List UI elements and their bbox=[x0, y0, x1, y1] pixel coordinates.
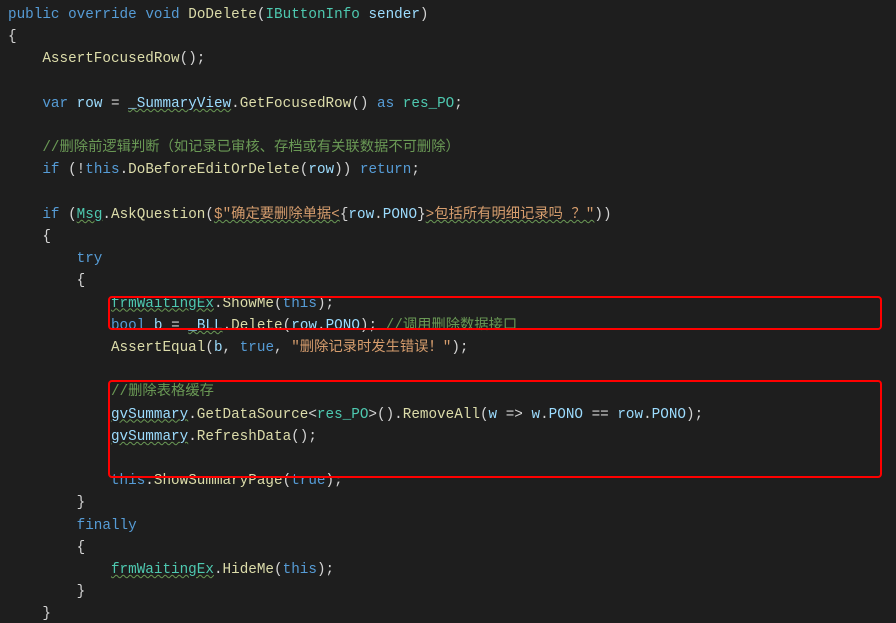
string: "删除记录时发生错误！" bbox=[291, 340, 451, 356]
class: frmWaitingEx bbox=[111, 562, 214, 578]
class: Msg bbox=[77, 207, 103, 223]
method-call: AssertEqual bbox=[111, 340, 205, 356]
arg: row bbox=[308, 162, 334, 178]
comment: //调用删除数据接口 bbox=[386, 318, 518, 334]
brace: { bbox=[77, 273, 86, 289]
prop: PONO bbox=[383, 207, 417, 223]
arg: b bbox=[214, 340, 223, 356]
type: res_PO bbox=[317, 407, 368, 423]
kw-as: as bbox=[377, 96, 394, 112]
string: >包括所有明细记录吗 ？" bbox=[426, 207, 595, 223]
method-call: RefreshData bbox=[197, 429, 291, 445]
kw-try: try bbox=[77, 251, 103, 267]
comment: //删除表格缓存 bbox=[111, 384, 214, 400]
kw-true: true bbox=[291, 473, 325, 489]
kw-public: public bbox=[8, 7, 59, 23]
method-call: ShowMe bbox=[223, 296, 274, 312]
kw-this: this bbox=[283, 296, 317, 312]
interp-var: row bbox=[348, 207, 374, 223]
lambda-param: w bbox=[489, 407, 498, 423]
kw-this: this bbox=[283, 562, 317, 578]
kw-if: if bbox=[42, 207, 59, 223]
prop: PONO bbox=[326, 318, 360, 334]
method-call: HideMe bbox=[223, 562, 274, 578]
kw-this: this bbox=[111, 473, 145, 489]
method-call: AskQuestion bbox=[111, 207, 205, 223]
brace: { bbox=[8, 29, 17, 45]
field: _BLL bbox=[188, 318, 222, 334]
param-name: sender bbox=[368, 7, 419, 23]
var: gvSummary bbox=[111, 429, 188, 445]
method-name: DoDelete bbox=[188, 7, 257, 23]
var: w bbox=[531, 407, 540, 423]
string: $"确定要删除单据< bbox=[214, 207, 340, 223]
brace: } bbox=[42, 606, 51, 622]
method-call: GetFocusedRow bbox=[240, 96, 352, 112]
method-call: ShowSummaryPage bbox=[154, 473, 283, 489]
var: row bbox=[617, 407, 643, 423]
type: res_PO bbox=[394, 96, 454, 112]
brace: } bbox=[77, 584, 86, 600]
kw-true: true bbox=[240, 340, 274, 356]
class: frmWaitingEx bbox=[111, 296, 214, 312]
arg: row bbox=[291, 318, 317, 334]
param-type: IButtonInfo bbox=[265, 7, 359, 23]
method-call: RemoveAll bbox=[403, 407, 480, 423]
prop: PONO bbox=[652, 407, 686, 423]
kw-finally: finally bbox=[77, 518, 137, 534]
comment: //删除前逻辑判断（如记录已审核、存档或有关联数据不可删除） bbox=[42, 140, 459, 156]
method-call: AssertFocusedRow bbox=[42, 51, 179, 67]
brace: { bbox=[77, 540, 86, 556]
kw-this: this bbox=[85, 162, 119, 178]
kw-return: return bbox=[360, 162, 411, 178]
var: gvSummary bbox=[111, 407, 188, 423]
method-call: GetDataSource bbox=[197, 407, 309, 423]
method-call: DoBeforeEditOrDelete bbox=[128, 162, 300, 178]
brace: { bbox=[42, 229, 51, 245]
kw-override: override bbox=[68, 7, 137, 23]
kw-bool: bool bbox=[111, 318, 145, 334]
method-call: Delete bbox=[231, 318, 282, 334]
prop: PONO bbox=[549, 407, 583, 423]
kw-var: var bbox=[42, 96, 68, 112]
brace: } bbox=[77, 495, 86, 511]
field: _SummaryView bbox=[128, 96, 231, 112]
kw-void: void bbox=[145, 7, 179, 23]
code-editor: public override void DoDelete(IButtonInf… bbox=[0, 0, 896, 623]
var-row: row bbox=[77, 96, 103, 112]
kw-if: if bbox=[42, 162, 59, 178]
